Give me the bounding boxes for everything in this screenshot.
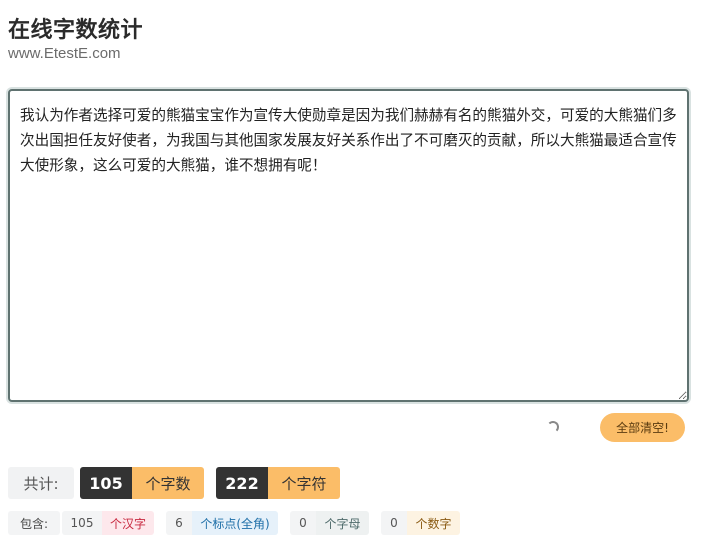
char-count-value: 105 [80, 467, 132, 499]
site-url: www.EtestE.com [8, 45, 121, 62]
text-input[interactable]: 我认为作者选择可爱的熊猫宝宝作为宣传大使勋章是因为我们赫赫有名的熊猫外交，可爱的… [10, 91, 687, 400]
digit-count-unit: 个数字 [407, 511, 460, 535]
total-label: 共计: [8, 467, 74, 499]
punct-count-unit: 个标点(全角) [192, 511, 278, 535]
han-count-value: 105 [62, 511, 102, 535]
han-count-unit: 个汉字 [102, 511, 154, 535]
letter-count-unit: 个字母 [316, 511, 369, 535]
char-count-unit: 个字数 [132, 467, 204, 499]
page: 在线字数统计 www.EtestE.com 我认为作者选择可爱的熊猫宝宝作为宣传… [0, 0, 713, 538]
digit-count-badge: 0 个数字 [381, 511, 460, 535]
letter-count-value: 0 [290, 511, 316, 535]
punct-count-badge: 6 个标点(全角) [166, 511, 278, 535]
han-count-badge: 105 个汉字 [62, 511, 154, 535]
editor-container: 我认为作者选择可爱的熊猫宝宝作为宣传大使勋章是因为我们赫赫有名的熊猫外交，可爱的… [8, 89, 689, 402]
symbol-count-unit: 个字符 [268, 467, 340, 499]
breakdown-label: 包含: [8, 511, 60, 535]
punct-count-value: 6 [166, 511, 192, 535]
symbol-count-stat: 222 个字符 [216, 467, 340, 499]
clear-all-button[interactable]: 全部清空! [600, 413, 685, 442]
page-title: 在线字数统计 [8, 18, 144, 43]
letter-count-badge: 0 个字母 [290, 511, 369, 535]
loading-spinner-icon [547, 421, 559, 433]
digit-count-value: 0 [381, 511, 407, 535]
char-count-stat: 105 个字数 [80, 467, 204, 499]
symbol-count-value: 222 [216, 467, 268, 499]
